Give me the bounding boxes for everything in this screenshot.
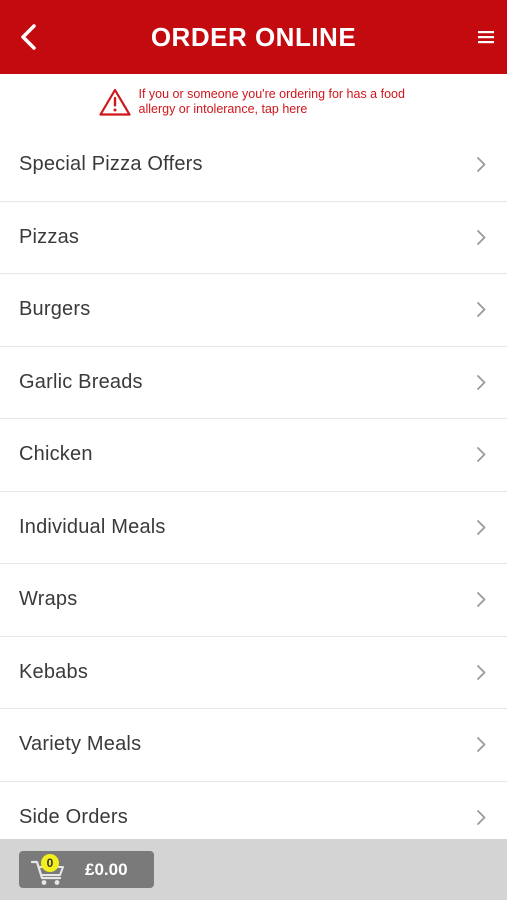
category-label: Variety Meals xyxy=(19,733,142,756)
chevron-right-icon xyxy=(475,446,487,464)
chevron-right-icon xyxy=(475,736,487,754)
app-header: ORDER ONLINE xyxy=(0,0,507,74)
category-label: Individual Meals xyxy=(19,515,166,538)
allergy-notice[interactable]: If you or someone you're ordering for ha… xyxy=(0,74,507,130)
category-label: Pizzas xyxy=(19,225,80,248)
category-item-kebabs[interactable]: Kebabs xyxy=(0,636,507,709)
category-item-variety-meals[interactable]: Variety Meals xyxy=(0,709,507,782)
chevron-right-icon xyxy=(475,373,487,391)
category-label: Kebabs xyxy=(19,660,89,683)
chevron-right-icon xyxy=(475,663,487,681)
category-label: Chicken xyxy=(19,443,93,466)
cart-button[interactable]: 0 £0.00 xyxy=(19,851,154,888)
category-item-wraps[interactable]: Wraps xyxy=(0,564,507,637)
page-title: ORDER ONLINE xyxy=(150,21,357,52)
category-label: Garlic Breads xyxy=(19,370,143,393)
category-item-pizzas[interactable]: Pizzas xyxy=(0,201,507,274)
category-item-chicken[interactable]: Chicken xyxy=(0,419,507,492)
category-label: Wraps xyxy=(19,588,78,611)
menu-button[interactable] xyxy=(471,22,501,52)
back-button[interactable] xyxy=(10,17,46,57)
chevron-right-icon xyxy=(475,518,487,536)
allergy-notice-text: If you or someone you're ordering for ha… xyxy=(138,86,405,116)
category-label: Side Orders xyxy=(19,805,128,828)
category-item-garlic-breads[interactable]: Garlic Breads xyxy=(0,346,507,419)
warning-triangle-icon xyxy=(98,88,131,116)
cart-footer: 0 £0.00 xyxy=(0,839,507,900)
category-label: Special Pizza Offers xyxy=(19,153,203,176)
order-online-screen: ORDER ONLINE If you or someone you're or… xyxy=(0,0,507,900)
category-item-burgers[interactable]: Burgers xyxy=(0,274,507,347)
cart-count-badge: 0 xyxy=(41,854,59,872)
chevron-right-icon xyxy=(475,301,487,319)
chevron-right-icon xyxy=(475,156,487,174)
chevron-left-icon xyxy=(21,24,36,50)
chevron-right-icon xyxy=(475,228,487,246)
chevron-right-icon xyxy=(475,808,487,826)
category-list: Special Pizza Offers Pizzas Burgers Garl… xyxy=(0,129,507,854)
category-label: Burgers xyxy=(19,298,91,321)
hamburger-menu-icon xyxy=(478,31,494,44)
category-item-special-pizza-offers[interactable]: Special Pizza Offers xyxy=(0,129,507,202)
cart-total: £0.00 xyxy=(85,859,128,879)
chevron-right-icon xyxy=(475,591,487,609)
category-item-individual-meals[interactable]: Individual Meals xyxy=(0,491,507,564)
